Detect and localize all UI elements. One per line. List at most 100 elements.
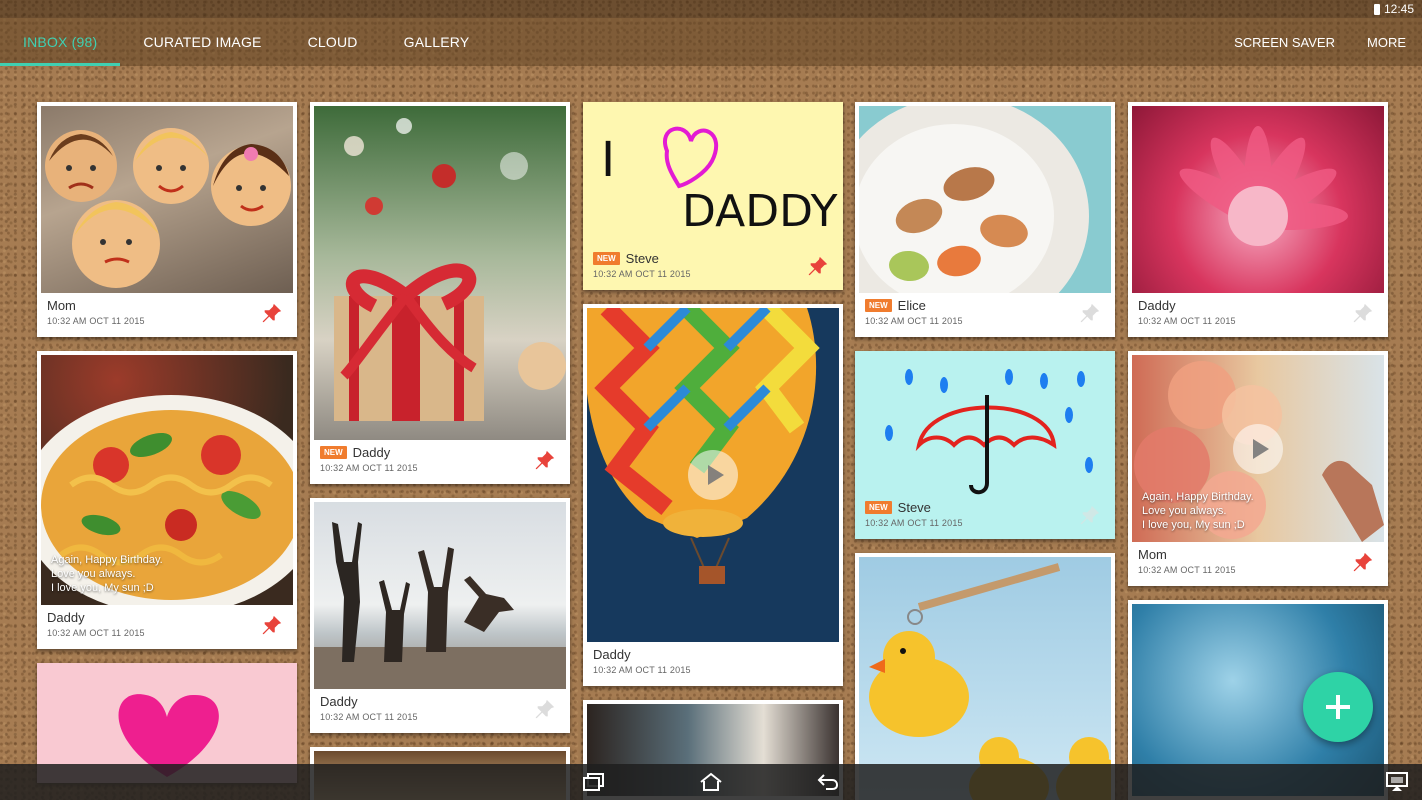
post-photo-pasta: Again, Happy Birthday. Love you always. … (41, 355, 293, 605)
post-photo-cookies (41, 106, 293, 293)
tab-curated-image[interactable]: CURATED IMAGE (120, 18, 284, 66)
love-daddy-drawing: I DADDY (601, 126, 838, 237)
sender-name: Daddy (352, 445, 391, 460)
home-icon (700, 772, 722, 791)
post-photo-beach (314, 502, 566, 689)
post-date: 10:32 AM OCT 11 2015 (320, 463, 418, 473)
svg-text:I: I (601, 132, 615, 188)
board-column-3: I DADDY NEW Steve 10:32 AM OCT 11 2015 D… (583, 102, 843, 800)
new-badge: NEW (865, 501, 892, 514)
pushpin-icon[interactable] (1079, 504, 1101, 526)
new-badge: NEW (593, 252, 620, 265)
pushpin-icon[interactable] (807, 255, 829, 277)
screen-saver-button[interactable]: SCREEN SAVER (1218, 18, 1351, 66)
new-badge: NEW (865, 299, 892, 312)
system-nav-bar (0, 764, 1422, 800)
post-video-balloons[interactable]: Again, Happy Birthday. Love you always. … (1132, 355, 1384, 542)
board-column-1: Mom 10:32 AM OCT 11 2015 Again, Happy Bi… (37, 102, 297, 797)
post-photo-macarons (859, 106, 1111, 293)
plus-icon (1326, 695, 1350, 719)
post-card[interactable]: Daddy 10:32 AM OCT 11 2015 (1128, 102, 1388, 337)
board-column-4: NEW Elice 10:32 AM OCT 11 2015 NEW Steve… (855, 102, 1115, 800)
status-time: 12:45 (1383, 2, 1414, 16)
post-date: 10:32 AM OCT 11 2015 (1138, 316, 1236, 326)
sender-name: Daddy (1138, 298, 1176, 313)
beach-jump-illustration (314, 522, 566, 689)
new-badge: NEW (320, 446, 347, 459)
more-button[interactable]: MORE (1351, 18, 1422, 66)
sender-name: Daddy (47, 610, 85, 625)
post-photo-flower (1132, 106, 1384, 293)
sender-name: Mom (47, 298, 76, 313)
post-card[interactable]: NEW Daddy 10:32 AM OCT 11 2015 (310, 102, 570, 484)
sender-name: Steve (625, 251, 659, 266)
tab-inbox[interactable]: INBOX (98) (0, 18, 121, 66)
post-card[interactable] (855, 553, 1115, 800)
post-caption: NEW Elice 10:32 AM OCT 11 2015 (859, 293, 1111, 333)
post-card[interactable]: Daddy 10:32 AM OCT 11 2015 (310, 498, 570, 733)
tab-bar: INBOX (98) CURATED IMAGE CLOUD GALLERY (0, 18, 492, 66)
back-icon (817, 774, 839, 790)
post-caption: Daddy 10:32 AM OCT 11 2015 (1132, 293, 1384, 333)
post-caption: NEW Steve 10:32 AM OCT 11 2015 (587, 246, 839, 286)
post-card[interactable]: NEW Steve 10:32 AM OCT 11 2015 (855, 351, 1115, 539)
play-icon[interactable] (688, 450, 738, 500)
post-video-balloon[interactable] (587, 308, 839, 642)
umbrella-drawing (885, 369, 1093, 495)
post-card[interactable]: Daddy 10:32 AM OCT 11 2015 (583, 304, 843, 686)
back-button[interactable] (770, 764, 887, 800)
pushpin-icon[interactable] (261, 614, 283, 636)
post-date: 10:32 AM OCT 11 2015 (593, 269, 691, 279)
tab-gallery[interactable]: GALLERY (381, 18, 493, 66)
sender-name: Daddy (593, 647, 631, 662)
battery-icon (1373, 3, 1380, 15)
recent-apps-icon (583, 773, 604, 791)
post-date: 10:32 AM OCT 11 2015 (865, 316, 963, 326)
pushpin-icon[interactable] (1352, 551, 1374, 573)
post-caption: Daddy 10:32 AM OCT 11 2015 (314, 689, 566, 729)
post-card[interactable]: NEW Elice 10:32 AM OCT 11 2015 (855, 102, 1115, 337)
tab-cloud[interactable]: CLOUD (285, 18, 381, 66)
status-bar: 12:45 (0, 0, 1422, 18)
post-card[interactable]: Again, Happy Birthday. Love you always. … (37, 351, 297, 649)
svg-text:DADDY: DADDY (682, 186, 838, 237)
action-bar: INBOX (98) CURATED IMAGE CLOUD GALLERY S… (0, 18, 1422, 66)
post-date: 10:32 AM OCT 11 2015 (47, 316, 145, 326)
post-card[interactable]: Again, Happy Birthday. Love you always. … (1128, 351, 1388, 586)
post-date: 10:32 AM OCT 11 2015 (47, 628, 145, 638)
post-caption: Mom 10:32 AM OCT 11 2015 (41, 293, 293, 333)
sender-name: Steve (897, 500, 931, 515)
board-column-2: NEW Daddy 10:32 AM OCT 11 2015 Daddy 10:… (310, 102, 570, 800)
gift-box-illustration (334, 118, 566, 421)
sender-name: Elice (897, 298, 926, 313)
post-message: Again, Happy Birthday. Love you always. … (51, 554, 163, 594)
pushpin-icon[interactable] (534, 698, 556, 720)
play-icon[interactable] (1233, 423, 1283, 474)
post-photo-gift (314, 106, 566, 440)
post-card[interactable]: I DADDY NEW Steve 10:32 AM OCT 11 2015 (583, 102, 843, 290)
pushpin-icon[interactable] (1079, 302, 1101, 324)
post-drawing-i-love-daddy: I DADDY (587, 106, 839, 246)
post-date: 10:32 AM OCT 11 2015 (320, 712, 418, 722)
chrysanthemum-illustration (1179, 126, 1348, 246)
post-date: 10:32 AM OCT 11 2015 (1138, 565, 1236, 575)
pushpin-icon[interactable] (1352, 302, 1374, 324)
screen-mirror-button[interactable] (1386, 772, 1408, 797)
pushpin-icon[interactable] (534, 449, 556, 471)
post-caption: Daddy 10:32 AM OCT 11 2015 (587, 642, 839, 682)
recent-apps-button[interactable] (536, 764, 653, 800)
post-date: 10:32 AM OCT 11 2015 (593, 665, 691, 675)
pushpin-icon[interactable] (261, 302, 283, 324)
add-post-button[interactable] (1303, 672, 1373, 742)
macarons-illustration (859, 106, 1089, 293)
home-button[interactable] (653, 764, 770, 800)
screen-mirror-icon (1386, 772, 1408, 791)
post-caption: Daddy 10:32 AM OCT 11 2015 (41, 605, 293, 645)
post-card[interactable]: Mom 10:32 AM OCT 11 2015 (37, 102, 297, 337)
heart-drawing (118, 694, 219, 777)
post-date: 10:32 AM OCT 11 2015 (865, 518, 963, 528)
post-drawing-umbrella (859, 355, 1111, 495)
cookie-faces-illustration (45, 128, 291, 288)
sender-name: Daddy (320, 694, 358, 709)
post-message: Again, Happy Birthday. Love you always. … (1142, 491, 1254, 531)
